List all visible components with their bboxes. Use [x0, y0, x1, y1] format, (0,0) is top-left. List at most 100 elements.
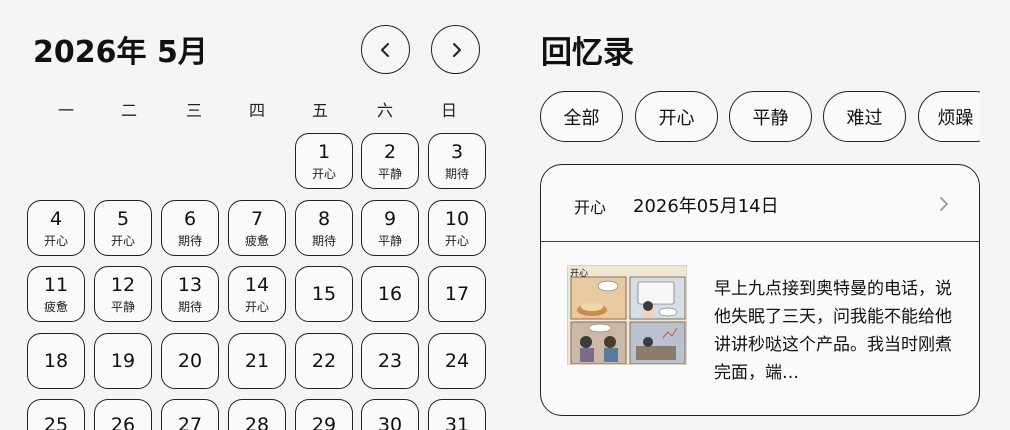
day-number: 6	[183, 207, 197, 230]
day-number: 11	[43, 273, 69, 296]
calendar-day[interactable]: 12 平静	[94, 266, 152, 322]
day-number: 12	[110, 273, 136, 296]
day-number: 21	[244, 350, 270, 372]
day-number: 30	[377, 414, 403, 430]
calendar-day[interactable]: 2 平静	[361, 133, 419, 189]
mood-calendar-screen: 2026年 5月 一 二 三 四 五 六 日 1 开心 2 平静 3 期待 4 开心 5…	[0, 0, 1010, 430]
filter-chip-all[interactable]: 全部	[540, 91, 623, 142]
thumbnail-mood-label: 开心	[570, 269, 589, 279]
day-number: 22	[311, 350, 337, 372]
calendar-day[interactable]: 4 开心	[27, 200, 85, 256]
day-mood: 期待	[177, 299, 202, 314]
calendar-day[interactable]: 30	[361, 399, 419, 430]
day-number: 9	[383, 207, 397, 230]
day-mood: 疲惫	[244, 233, 269, 248]
day-number: 17	[444, 283, 470, 305]
filter-chip-calm[interactable]: 平静	[729, 91, 812, 142]
day-number: 14	[244, 273, 270, 296]
filter-chip-irritated[interactable]: 烦躁	[918, 91, 980, 142]
day-mood: 疲惫	[43, 299, 68, 314]
weekday-label: 二	[120, 101, 137, 120]
calendar-day[interactable]: 9 平静	[361, 200, 419, 256]
day-number: 31	[444, 414, 470, 430]
calendar-day[interactable]: 10 开心	[428, 200, 486, 256]
calendar-day[interactable]: 14 开心	[228, 266, 286, 322]
chevron-right-icon	[452, 42, 461, 57]
filter-chip-sad[interactable]: 难过	[823, 91, 906, 142]
prev-month-button[interactable]	[361, 25, 410, 74]
calendar-day[interactable]: 22	[295, 333, 353, 389]
chevron-left-icon	[380, 42, 389, 57]
day-mood: 开心	[110, 233, 135, 248]
calendar-day[interactable]: 8 期待	[295, 200, 353, 256]
day-number: 19	[110, 350, 136, 372]
day-number: 4	[49, 207, 63, 230]
weekday-label: 日	[440, 101, 457, 120]
day-number: 5	[116, 207, 130, 230]
calendar-month-title: 2026年 5月	[33, 35, 208, 70]
calendar-day[interactable]: 16	[361, 266, 419, 322]
day-number: 25	[43, 414, 69, 430]
day-mood: 开心	[444, 233, 469, 248]
calendar-day[interactable]: 24	[428, 333, 486, 389]
day-number: 24	[444, 350, 470, 372]
day-number: 2	[383, 140, 397, 163]
calendar-day[interactable]: 31	[428, 399, 486, 430]
day-number: 23	[377, 350, 403, 372]
calendar-day[interactable]: 13 期待	[161, 266, 219, 322]
calendar-day[interactable]: 20	[161, 333, 219, 389]
day-number: 7	[250, 207, 264, 230]
day-mood: 期待	[311, 233, 336, 248]
day-mood: 平静	[377, 166, 402, 181]
chevron-right-icon[interactable]	[937, 195, 951, 213]
day-mood: 平静	[110, 299, 135, 314]
calendar-day[interactable]: 29	[295, 399, 353, 430]
calendar-day[interactable]: 23	[361, 333, 419, 389]
memories-title: 回忆录	[541, 35, 634, 71]
day-number: 29	[311, 414, 337, 430]
day-number: 27	[177, 414, 203, 430]
weekday-label: 三	[185, 101, 202, 120]
calendar-day[interactable]: 11 疲惫	[27, 266, 85, 322]
mood-filter-bar: 全部 开心 平静 难过 烦躁	[540, 91, 980, 143]
memory-card[interactable]: 开心 2026年05月14日 开心 早上九点接到奥特曼的电话，说他失眠了三天，问…	[540, 164, 980, 416]
memory-excerpt: 早上九点接到奥特曼的电话，说他失眠了三天，问我能不能给他讲讲秒哒这个产品。我当时…	[714, 279, 952, 383]
calendar-day[interactable]: 21	[228, 333, 286, 389]
calendar-day[interactable]: 7 疲惫	[228, 200, 286, 256]
day-number: 8	[317, 207, 331, 230]
weekday-label: 六	[376, 101, 393, 120]
day-mood: 期待	[444, 166, 469, 181]
day-number: 20	[177, 350, 203, 372]
calendar-day[interactable]: 25	[27, 399, 85, 430]
day-mood: 开心	[43, 233, 68, 248]
weekday-label: 一	[57, 101, 74, 120]
calendar-day[interactable]: 15	[295, 266, 353, 322]
day-mood: 期待	[177, 233, 202, 248]
day-number: 18	[43, 350, 69, 372]
next-month-button[interactable]	[431, 25, 480, 74]
calendar-day[interactable]: 27	[161, 399, 219, 430]
weekday-label: 五	[311, 101, 328, 120]
memory-mood-tag: 开心	[574, 198, 607, 217]
calendar-day[interactable]: 17	[428, 266, 486, 322]
calendar-day[interactable]: 19	[94, 333, 152, 389]
memory-comic-thumbnail[interactable]: 开心	[567, 265, 687, 365]
calendar-day[interactable]: 3 期待	[428, 133, 486, 189]
day-number: 1	[317, 140, 331, 163]
calendar-day[interactable]: 1 开心	[295, 133, 353, 189]
calendar-day[interactable]: 6 期待	[161, 200, 219, 256]
calendar-day[interactable]: 26	[94, 399, 152, 430]
weekday-label: 四	[248, 101, 265, 120]
day-number: 13	[177, 273, 203, 296]
calendar-day[interactable]: 28	[228, 399, 286, 430]
calendar-day[interactable]: 18	[27, 333, 85, 389]
day-mood: 开心	[311, 166, 336, 181]
filter-chip-happy[interactable]: 开心	[635, 91, 718, 142]
day-number: 15	[311, 283, 337, 305]
calendar-day[interactable]: 5 开心	[94, 200, 152, 256]
memory-card-header: 开心 2026年05月14日	[541, 165, 979, 242]
day-number: 16	[377, 283, 403, 305]
day-mood: 开心	[244, 299, 269, 314]
day-mood: 平静	[377, 233, 402, 248]
day-number: 10	[444, 207, 470, 230]
